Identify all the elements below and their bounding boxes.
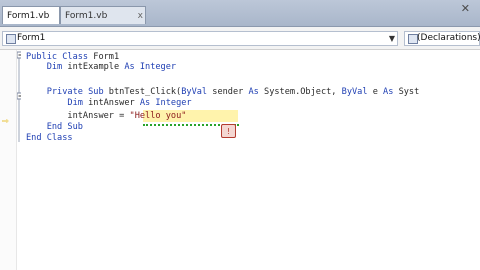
code-token: sender (212, 87, 249, 97)
code-token: End Class (26, 133, 73, 143)
tab-form1-design[interactable]: Form1.vb [Design] x (60, 6, 146, 39)
class-dropdown-value: Form1 (17, 33, 46, 43)
code-token: As Integer (139, 98, 192, 108)
code-line[interactable]: End Class (26, 133, 73, 144)
member-dropdown-value: (Declarations) (417, 33, 480, 43)
code-token: Syst (398, 87, 420, 97)
code-token: As (248, 87, 265, 97)
code-token: End Sub (46, 122, 83, 132)
code-token: intExample (67, 62, 125, 72)
code-line[interactable]: Private Sub btnTest_Click(ByVal sender A… (26, 87, 420, 98)
code-token: Dim (67, 98, 89, 108)
member-dropdown[interactable]: (Declarations) (404, 31, 480, 46)
code-token: e (372, 87, 384, 97)
class-icon (6, 34, 16, 44)
line-gutter (0, 50, 17, 270)
code-line[interactable]: intAnswer = "Hello you" (26, 111, 186, 122)
code-token: ByVal (341, 87, 373, 97)
chevron-down-icon[interactable]: ▼ (389, 32, 395, 45)
outline-margin (17, 51, 21, 142)
execution-pointer-icon: ⇨ (2, 114, 9, 127)
navigation-bar: Form1 ▼ (Declarations) (0, 27, 480, 50)
tab-form1-vb[interactable]: Form1.vb (2, 6, 60, 24)
code-token: Dim (46, 62, 68, 72)
code-token: btnTest_Click( (108, 87, 182, 97)
code-token: As (383, 87, 399, 97)
code-token: ByVal (181, 87, 213, 97)
code-editor[interactable]: ! ⇨ Public Class Form1 Dim intExample As… (0, 50, 480, 270)
close-tab-button[interactable]: x (138, 7, 143, 25)
code-line[interactable]: End Sub (26, 122, 83, 133)
close-icon[interactable]: ✕ (461, 2, 470, 15)
code-line[interactable]: Dim intAnswer As Integer (26, 98, 192, 109)
code-token: Form1 (93, 52, 120, 62)
code-token: Private Sub (46, 87, 109, 97)
tab-label: Form1.vb (7, 11, 50, 21)
code-token: intAnswer (67, 111, 120, 121)
error-smart-tag-icon[interactable]: ! (221, 124, 236, 138)
code-token: As Integer (124, 62, 177, 72)
code-token: = (119, 111, 130, 121)
code-token: System.Object, (264, 87, 342, 97)
code-line[interactable]: Dim intExample As Integer (26, 62, 176, 73)
document-tab-bar: Form1.vb Form1.vb [Design] x ✕ (0, 0, 480, 39)
code-token: intAnswer (88, 98, 140, 108)
code-token: "Hello you" (129, 111, 187, 121)
class-dropdown[interactable]: Form1 ▼ (2, 31, 398, 46)
code-token: Public Class (26, 52, 94, 62)
